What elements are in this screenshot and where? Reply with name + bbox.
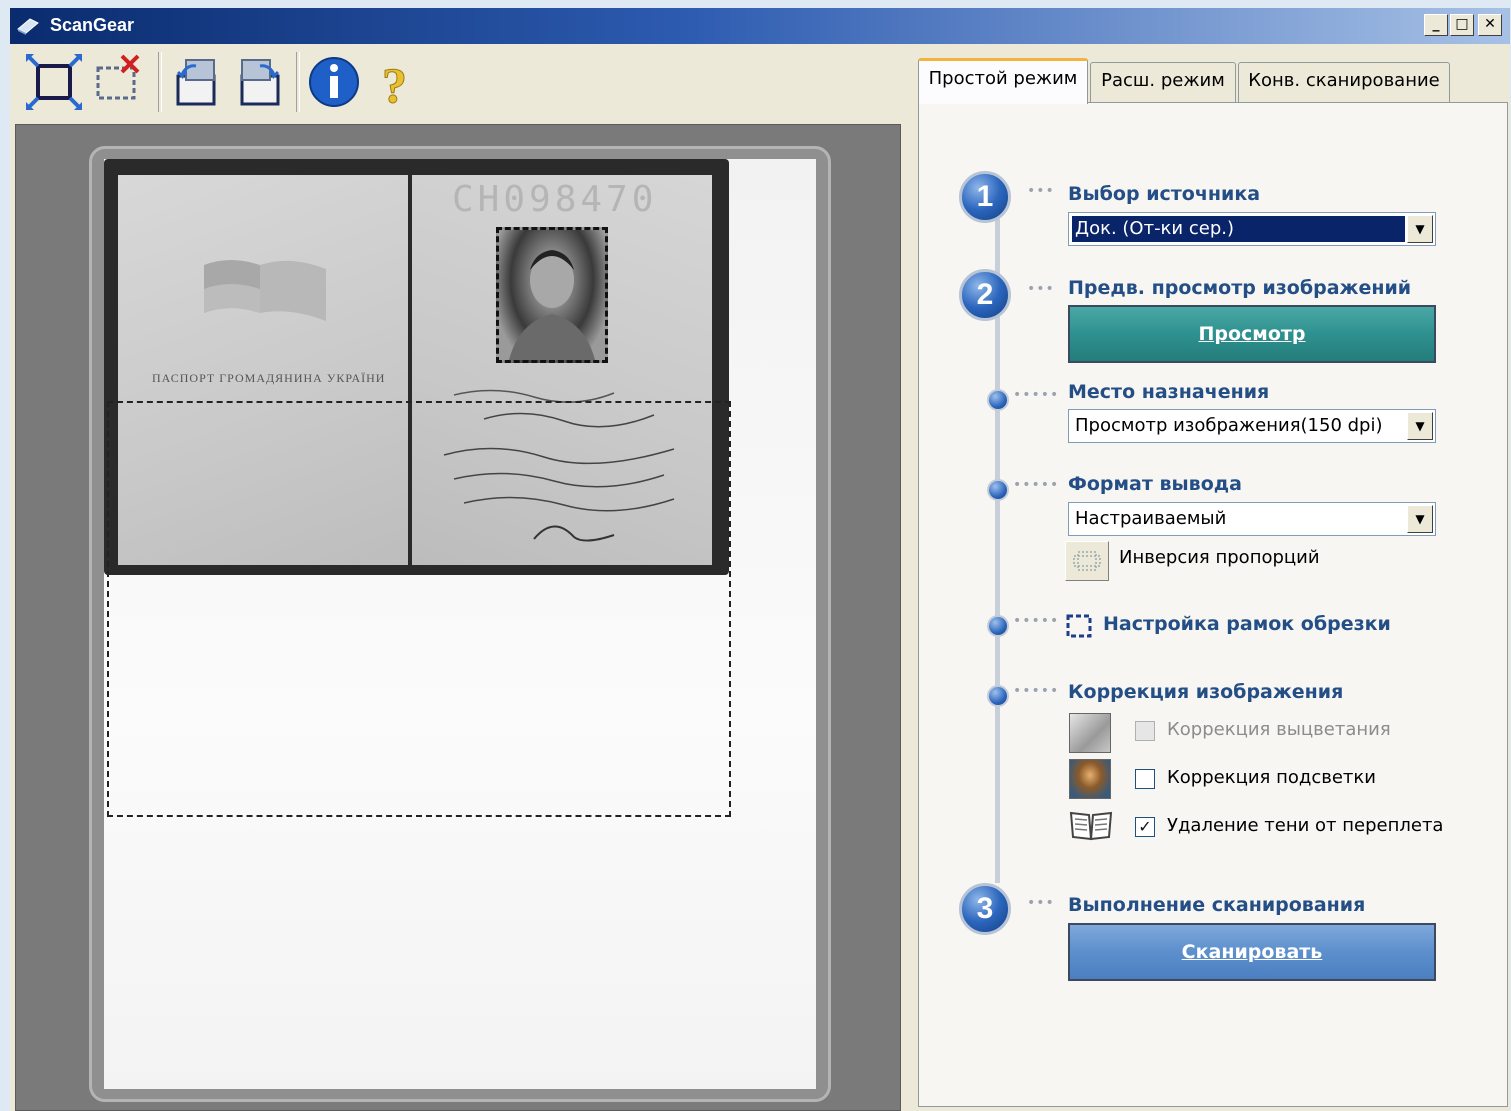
- settings-panel: Простой режим Расш. режим Конв. сканиров…: [906, 44, 1510, 1111]
- backlight-correction-checkbox[interactable]: [1135, 769, 1155, 789]
- portrait-icon: [509, 250, 595, 360]
- fade-correction-icon: [1069, 713, 1111, 753]
- source-select[interactable]: Док. (От-ки сер.) ▼: [1068, 212, 1436, 246]
- step-connector: •••••: [1013, 683, 1060, 699]
- scan-button[interactable]: Сканировать: [1068, 923, 1436, 981]
- step-connector: •••: [1027, 281, 1055, 297]
- preview-button[interactable]: Просмотр: [1068, 305, 1436, 363]
- step-2-badge: 2: [959, 269, 1011, 321]
- crop-settings-label[interactable]: Настройка рамок обрезки: [1103, 613, 1391, 635]
- toolbar-separator: [158, 52, 162, 112]
- source-label: Выбор источника: [1068, 183, 1261, 205]
- step-connector: •••••: [1013, 613, 1060, 629]
- crop-frame[interactable]: [107, 401, 731, 817]
- output-format-select[interactable]: Настраиваемый ▼: [1068, 502, 1436, 536]
- maximize-button[interactable]: □: [1450, 14, 1474, 36]
- preview-label: Предв. просмотр изображений: [1068, 277, 1412, 299]
- rotate-right-icon[interactable]: [230, 52, 290, 112]
- destination-select[interactable]: Просмотр изображения(150 dpi) ▼: [1068, 409, 1436, 443]
- window-title: ScanGear: [50, 15, 135, 35]
- swap-aspect-icon: [1073, 551, 1101, 571]
- rotate-left-icon[interactable]: [166, 52, 226, 112]
- crop-dot: [987, 615, 1009, 637]
- chevron-down-icon[interactable]: ▼: [1407, 505, 1433, 533]
- step-connector: •••••: [1013, 477, 1060, 493]
- backlight-correction-label: Коррекция подсветки: [1167, 767, 1376, 788]
- photo-crop-frame[interactable]: [496, 227, 608, 363]
- crop-frame-icon[interactable]: [1065, 613, 1093, 639]
- tab-auto-scan[interactable]: Конв. сканирование: [1238, 62, 1450, 102]
- preview-area[interactable]: СН098470 ПАСПОРТ ГРОМАДЯНИНА УКРАЇНИ: [15, 124, 901, 1111]
- minimize-button[interactable]: _: [1424, 14, 1448, 36]
- destination-dot: [987, 389, 1009, 411]
- scangear-window: ScanGear _ □ ✕ ? СН098470 ПАСПОРТ ГРОМАД…: [10, 8, 1510, 1111]
- scan-preview[interactable]: СН098470 ПАСПОРТ ГРОМАДЯНИНА УКРАЇНИ: [104, 159, 816, 1089]
- remove-crop-icon[interactable]: [90, 52, 150, 112]
- step-connector: •••: [1027, 895, 1055, 911]
- step-1-badge: 1: [959, 171, 1011, 223]
- fade-correction-checkbox[interactable]: [1135, 721, 1155, 741]
- toolbar-separator: [296, 52, 300, 112]
- output-dot: [987, 479, 1009, 501]
- output-format-select-value: Настраиваемый: [1075, 508, 1227, 529]
- chevron-down-icon[interactable]: ▼: [1407, 215, 1433, 243]
- flag-emblem-icon: [204, 260, 326, 321]
- title-bar[interactable]: ScanGear _ □ ✕: [10, 8, 1510, 44]
- preview-panel: ? СН098470 ПАСПОРТ ГРОМАДЯНИНА УКРАЇНИ: [10, 44, 905, 1111]
- passport-title: ПАСПОРТ ГРОМАДЯНИНА УКРАЇНИ: [152, 371, 386, 385]
- toolbar: ?: [10, 44, 905, 122]
- swap-aspect-label: Инверсия пропорций: [1119, 547, 1320, 568]
- fade-correction-label: Коррекция выцветания: [1167, 719, 1391, 740]
- image-correction-label: Коррекция изображения: [1068, 681, 1344, 703]
- correction-dot: [987, 685, 1009, 707]
- destination-label: Место назначения: [1068, 381, 1270, 403]
- backlight-correction-icon: [1069, 759, 1111, 799]
- step-3-badge: 3: [959, 883, 1011, 935]
- tab-simple-mode[interactable]: Простой режим: [918, 58, 1088, 104]
- book-icon: [1069, 811, 1113, 841]
- help-icon[interactable]: ?: [366, 52, 426, 113]
- scanner-app-icon: [17, 18, 39, 35]
- source-select-value: Док. (От-ки сер.): [1072, 216, 1405, 242]
- step-connector: •••: [1027, 183, 1055, 199]
- svg-text:?: ?: [382, 57, 407, 112]
- info-icon[interactable]: [304, 52, 364, 112]
- step-connector: •••••: [1013, 387, 1060, 403]
- swap-aspect-button[interactable]: [1065, 541, 1109, 581]
- gutter-shadow-checkbox[interactable]: ✓: [1135, 817, 1155, 837]
- chevron-down-icon[interactable]: ▼: [1407, 412, 1433, 440]
- destination-select-value: Просмотр изображения(150 dpi): [1075, 415, 1383, 436]
- passport-serial: СН098470: [452, 179, 658, 220]
- output-format-label: Формат вывода: [1068, 473, 1242, 495]
- close-button[interactable]: ✕: [1478, 14, 1502, 36]
- gutter-shadow-label: Удаление тени от переплета: [1167, 815, 1444, 836]
- auto-crop-icon[interactable]: [24, 52, 84, 112]
- simple-mode-panel: 1 ••• Выбор источника Док. (От-ки сер.) …: [918, 102, 1508, 1107]
- tab-advanced-mode[interactable]: Расш. режим: [1090, 62, 1236, 102]
- scan-step-label: Выполнение сканирования: [1068, 894, 1366, 916]
